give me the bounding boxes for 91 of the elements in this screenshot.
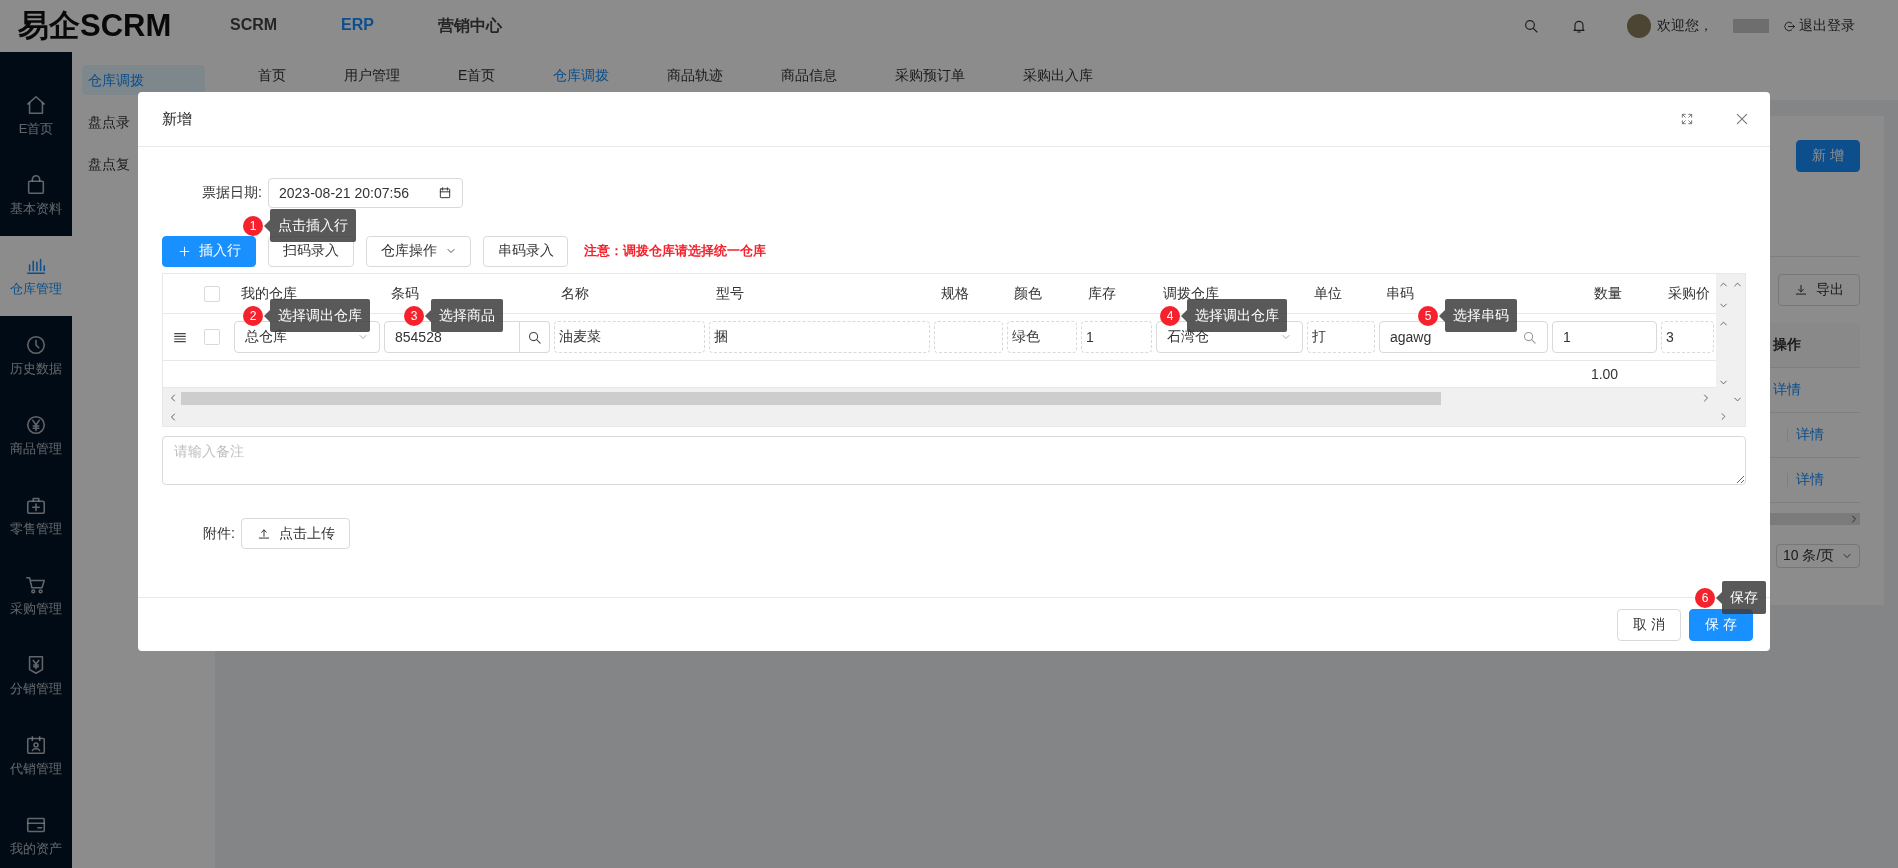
sidebar-item[interactable]: 零售管理 <box>0 476 72 556</box>
field-label: 附件: <box>202 524 236 543</box>
table-cell: 绿色 <box>1007 321 1077 353</box>
yen-icon <box>25 414 47 436</box>
column-header: 采购价 <box>1668 284 1710 303</box>
tooltip: 选择商品 <box>425 299 503 332</box>
avatar[interactable] <box>1627 14 1651 38</box>
column-header: 串码 <box>1386 284 1414 303</box>
step-badge: 1 <box>243 215 263 236</box>
column-header: 库存 <box>1088 284 1116 303</box>
upload-button[interactable]: 点击上传 <box>241 518 350 549</box>
close-icon[interactable] <box>1734 111 1750 127</box>
nav-item[interactable]: SCRM <box>230 15 278 37</box>
column-header: 规格 <box>941 284 969 303</box>
table-cell: 油麦菜 <box>554 321 705 353</box>
tab[interactable]: 用户管理 <box>344 67 400 85</box>
step-badge: 4 <box>1160 305 1180 326</box>
table-cell: 打 <box>1307 321 1375 353</box>
logo: 易企SCRM <box>18 7 173 45</box>
tab[interactable]: 商品信息 <box>781 67 838 85</box>
search-button[interactable] <box>520 321 550 353</box>
search-icon[interactable] <box>1523 18 1539 34</box>
nav-item[interactable]: 营销中心 <box>438 15 502 37</box>
fullscreen-icon[interactable] <box>1680 112 1694 126</box>
step-badge: 5 <box>1418 305 1438 326</box>
logout-link[interactable]: 退出登录 <box>1783 17 1855 35</box>
step-badge: 2 <box>243 305 263 326</box>
calendar-icon <box>438 186 452 200</box>
date-field[interactable]: 2023-08-21 20:07:56 <box>268 178 463 208</box>
sidebar-item[interactable]: 分销管理 <box>0 636 72 716</box>
tooltip: 点击插入行 <box>264 209 356 242</box>
home-icon <box>25 94 47 116</box>
sidebar-item[interactable]: 商品管理 <box>0 396 72 476</box>
clock-icon <box>25 334 47 356</box>
sidebar-item[interactable]: 代销管理 <box>0 716 72 796</box>
cancel-button[interactable]: 取 消 <box>1617 608 1681 641</box>
sidebar-item[interactable]: E首页 <box>0 76 72 156</box>
sidebar-item[interactable]: 采购管理 <box>0 556 72 636</box>
sidebar-item[interactable]: 基本资料 <box>0 156 72 236</box>
toolbar-button[interactable]: 串码录入 <box>483 235 568 267</box>
toolbar-button[interactable]: 插入行 <box>162 235 256 267</box>
tab[interactable]: E首页 <box>458 67 496 85</box>
tab[interactable]: 商品轨迹 <box>667 67 724 85</box>
column-header: 操作 <box>1772 336 1802 354</box>
page-size-select[interactable]: 10 条/页 <box>1776 544 1860 568</box>
column-header: 型号 <box>716 284 744 303</box>
column-header: 数量 <box>1594 284 1622 303</box>
upload-icon <box>256 526 271 541</box>
bell-icon[interactable] <box>1571 18 1587 34</box>
step-badge: 3 <box>404 305 424 326</box>
checkbox[interactable] <box>204 329 220 345</box>
table-cell: 3 <box>1661 321 1714 353</box>
sidebar-item[interactable]: 历史数据 <box>0 316 72 396</box>
tab[interactable]: 首页 <box>258 67 286 85</box>
welcome-text: 欢迎您， <box>1657 17 1713 35</box>
calendar-person-icon <box>25 734 47 756</box>
table-cell: 1 <box>1081 321 1152 353</box>
export-button[interactable]: 导出 <box>1778 274 1860 306</box>
column-header: 颜色 <box>1014 284 1042 303</box>
scroll-thumb[interactable] <box>181 391 1441 405</box>
horizontal-scrollbar[interactable] <box>163 408 1716 426</box>
checkbox[interactable] <box>204 285 220 302</box>
blurred-name <box>1733 19 1769 33</box>
input-field[interactable]: 1 <box>1552 321 1657 353</box>
table-cell: 捆 <box>709 321 930 353</box>
save-button[interactable]: 保 存 <box>1689 608 1753 641</box>
step-badge: 6 <box>1695 587 1715 608</box>
horizontal-scrollbar[interactable] <box>163 388 1716 408</box>
toolbar-button[interactable]: 仓库操作 <box>366 235 471 267</box>
table-cell <box>934 321 1003 353</box>
bag-icon <box>25 174 47 196</box>
total-value: 1.00 <box>1590 366 1619 382</box>
column-header: 单位 <box>1314 284 1342 303</box>
remark-field[interactable]: 请输入备注 <box>162 436 1746 485</box>
search-icon <box>527 329 542 345</box>
download-icon <box>1794 283 1808 297</box>
tooltip: 保存 <box>1716 581 1766 614</box>
field-label: 票据日期: <box>201 184 263 202</box>
vertical-scrollbar[interactable] <box>1716 274 1745 426</box>
column-header: 条码 <box>391 284 419 303</box>
search-icon[interactable] <box>1522 329 1537 345</box>
notice-text: 注意：调拨仓库请选择统一仓库 <box>584 242 766 260</box>
plus-icon <box>177 244 191 258</box>
tab[interactable]: 采购预订单 <box>895 67 966 85</box>
cart-icon <box>25 574 47 596</box>
logout-icon <box>1783 19 1796 33</box>
column-header: 名称 <box>561 284 589 303</box>
tab[interactable]: 采购出入库 <box>1023 67 1094 85</box>
sidebar-item[interactable]: 我的资产 <box>0 796 72 868</box>
tooltip: 选择串码 <box>1439 299 1517 332</box>
dialog-title: 新增 <box>162 109 192 129</box>
